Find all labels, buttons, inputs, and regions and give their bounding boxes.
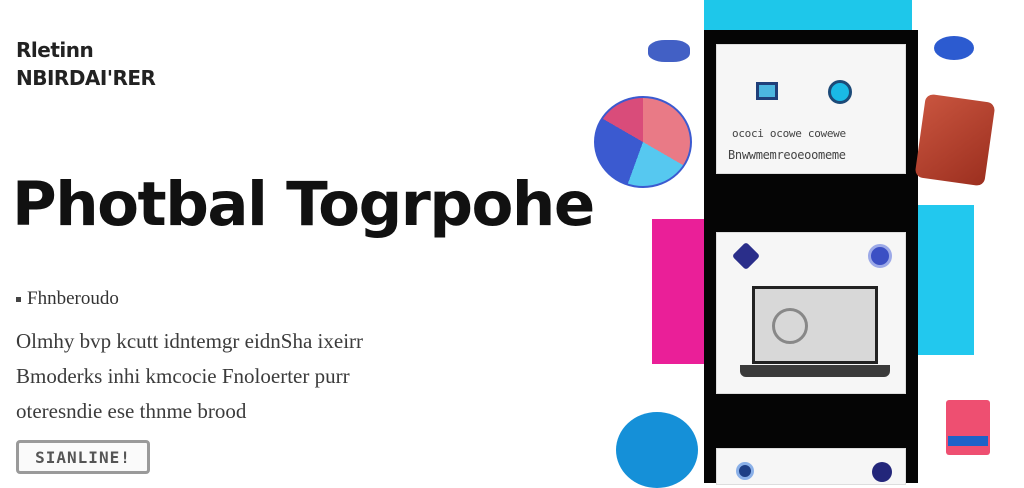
eye-icon	[736, 462, 754, 480]
decor-cyan-panel	[916, 205, 974, 355]
globe-icon	[868, 244, 892, 268]
brand-line-2: NBIRDAI'RER	[16, 66, 156, 90]
circle-icon	[828, 80, 852, 104]
body-line: Olmhy bvp kcutt idntemgr eidnSha ixeirr	[16, 329, 364, 353]
laptop-screen-icon	[752, 286, 878, 364]
subheading-text: Fhnberoudo	[27, 288, 119, 309]
body-line: Bmoderks inhi kmcocie Fnoloerter purr	[16, 364, 350, 388]
hero-body-copy: Olmhy bvp kcutt idntemgr eidnSha ixeirr …	[16, 324, 363, 429]
cta-button[interactable]: SIANLINE!	[16, 440, 150, 474]
bag-icon	[946, 400, 990, 455]
glasses-icon	[648, 40, 690, 62]
brand-line-1: Rletinn	[16, 38, 94, 62]
wallet-icon	[914, 93, 996, 187]
decor-magenta-panel	[652, 219, 704, 364]
headphones-icon	[772, 308, 808, 344]
monitor-icon	[756, 82, 778, 100]
body-line: oteresndie ese thnme brood	[16, 399, 247, 423]
decor-cyan-top	[704, 0, 912, 30]
bag-strap-icon	[948, 436, 988, 446]
pie-chart-icon	[594, 96, 692, 188]
dot-icon	[872, 462, 892, 482]
bullet-icon	[16, 297, 21, 303]
oval-badge-icon	[934, 36, 974, 60]
laptop-base-icon	[740, 365, 890, 377]
hero-subheading: Fhnberoudo	[16, 288, 119, 310]
card-text-line: ococi ocowe cowewe	[732, 127, 846, 140]
brand-logo: Rletinn NBIRDAI'RER	[16, 36, 156, 92]
card-text-line: Bnwwmemreoeoomeme	[728, 148, 846, 162]
hero-headline: Photbal Togrpohe	[12, 169, 595, 240]
blue-circle-decor	[616, 412, 698, 488]
